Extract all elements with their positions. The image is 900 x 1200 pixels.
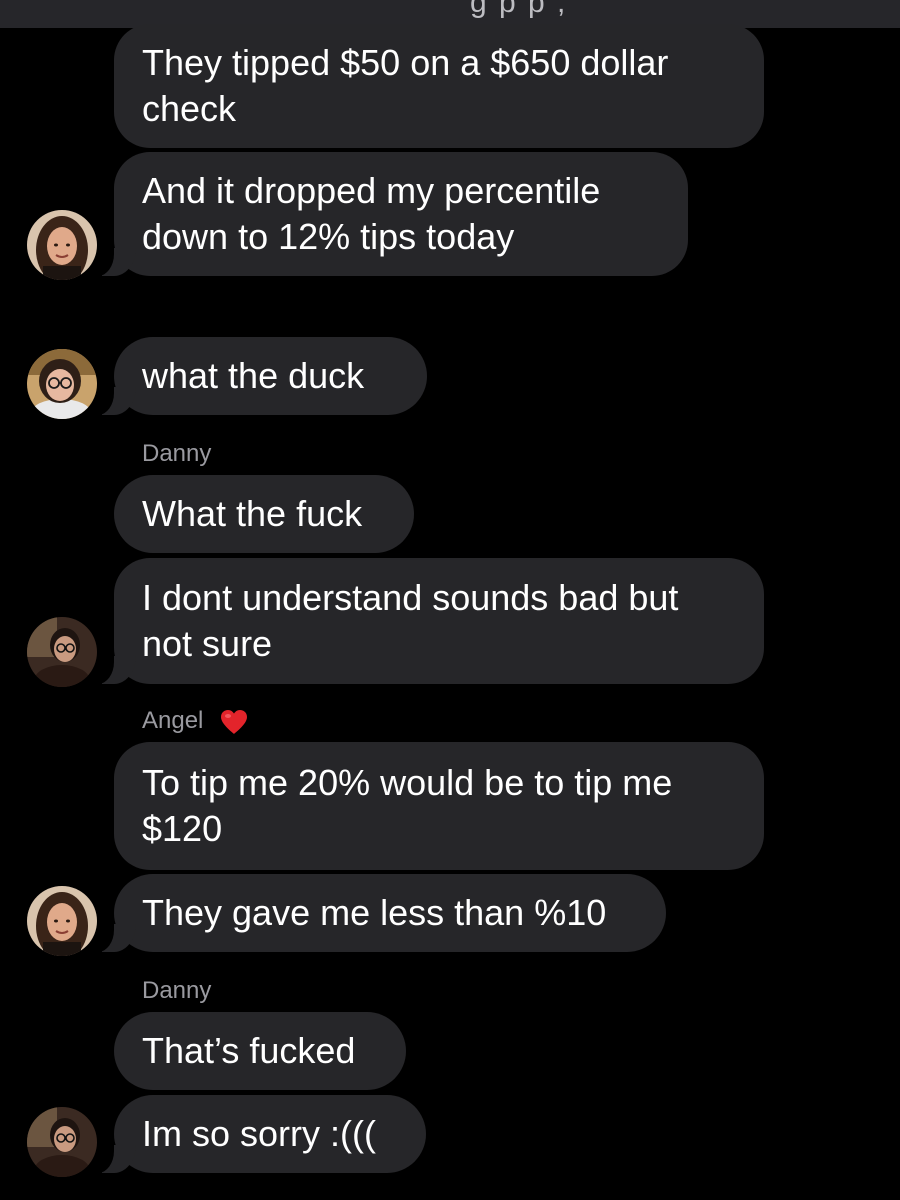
message-line: And it dropped my percentile [142,170,601,211]
message-bubble[interactable]: What the fuck [114,475,414,553]
avatar-glasses-icon [27,349,97,419]
message-text: That’s fucked [142,1028,378,1074]
message-bubble[interactable]: They gave me less than %10 [90,874,666,952]
message-line: I dont understand sounds bad but [142,577,679,618]
message-text: And it dropped my percentile down to 12%… [142,168,660,260]
avatar-man-icon [27,1107,97,1177]
message-bubble[interactable]: They tipped $50 on a $650 dollar check [114,24,764,148]
message-bubble[interactable]: Im so sorry :((( [90,1095,426,1173]
avatar-man-icon [27,617,97,687]
message-text: What the fuck [142,491,386,537]
message-line: check [142,88,237,129]
message-bubble[interactable]: And it dropped my percentile down to 12%… [90,152,688,276]
avatar-woman-icon [27,210,97,280]
avatar-woman-icon [27,886,97,956]
sender-name: Danny [142,977,212,1004]
avatar[interactable] [27,349,97,419]
chat-screen: g p p , They tipped $50 on a $650 dollar… [0,0,900,1200]
message-line: $120 [142,808,223,849]
message-bubble[interactable]: I dont understand sounds bad but not sur… [90,558,764,684]
message-text: what the duck [142,353,399,399]
top-bar-cut-text: g p p , [470,0,568,19]
red-heart-icon [221,710,247,734]
message-text: I dont understand sounds bad but not sur… [142,575,736,667]
message-bubble[interactable]: what the duck [90,337,427,415]
message-line: Im so sorry :((( [142,1113,376,1154]
message-line: That’s fucked [142,1030,356,1071]
message-text: They gave me less than %10 [142,890,638,936]
avatar[interactable] [27,1107,97,1177]
message-text: Im so sorry :((( [142,1111,398,1157]
message-line: To tip me 20% would be to tip me [142,762,673,803]
sender-name: Angel [142,707,204,734]
message-line: what the duck [142,355,365,396]
avatar[interactable] [27,886,97,956]
message-text: To tip me 20% would be to tip me $120 [142,760,736,852]
message-text: They tipped $50 on a $650 dollar check [142,40,736,132]
sender-name: Danny [142,440,212,467]
message-line: down to 12% tips today [142,216,515,257]
message-bubble[interactable]: That’s fucked [114,1012,406,1090]
message-line: What the fuck [142,493,363,534]
avatar[interactable] [27,210,97,280]
message-bubble[interactable]: To tip me 20% would be to tip me $120 [114,742,764,870]
message-line: They gave me less than %10 [142,892,607,933]
avatar[interactable] [27,617,97,687]
message-line: not sure [142,623,273,664]
message-line: They tipped $50 on a $650 dollar [142,42,669,83]
